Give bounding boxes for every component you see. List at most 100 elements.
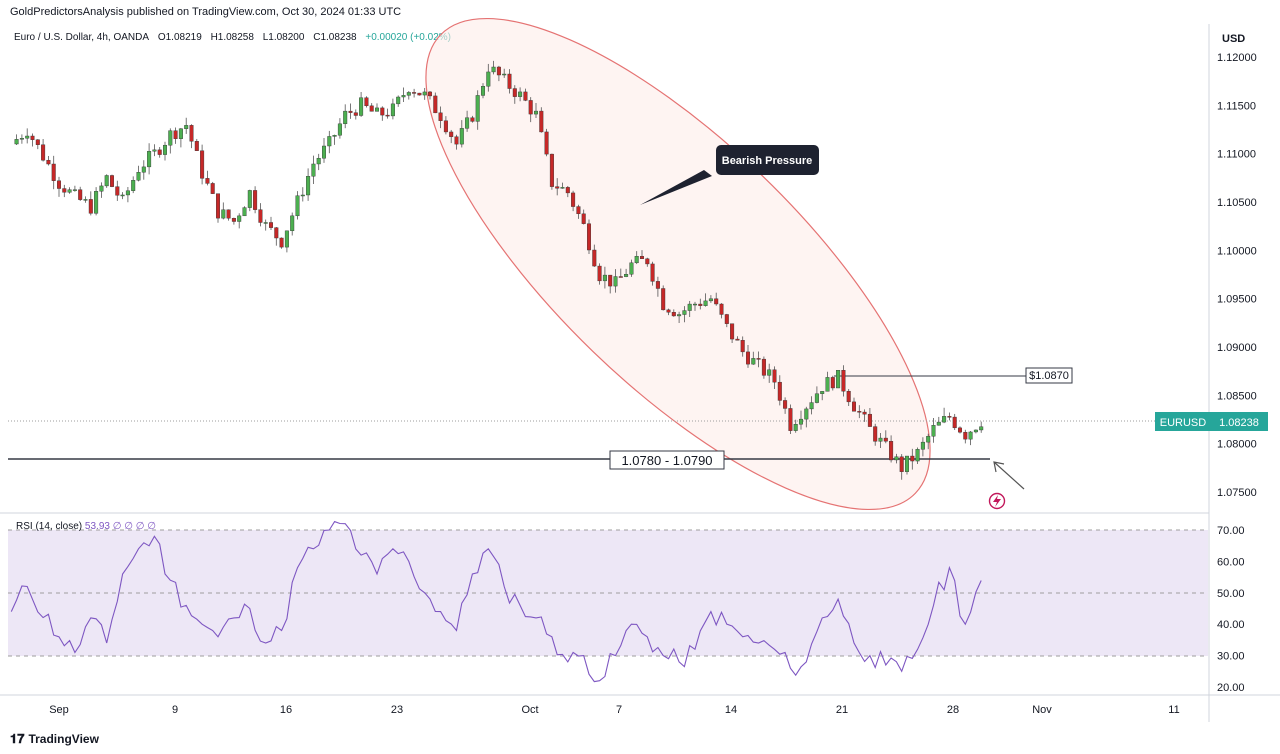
candle-down bbox=[57, 180, 62, 189]
candle-down bbox=[846, 390, 851, 403]
candle-down bbox=[746, 351, 751, 365]
candle-up bbox=[703, 300, 708, 306]
last-price-text: 1.08238 bbox=[1219, 417, 1259, 429]
candle-up bbox=[677, 314, 682, 317]
time-ticks: Sep 9 16 23 Oct 7 14 21 28 Nov 11 bbox=[49, 704, 1180, 716]
candle-down bbox=[873, 426, 878, 442]
candle-up bbox=[83, 199, 88, 201]
price-ticks: 1.12000 1.11500 1.11000 1.10500 1.10000 1.095… bbox=[1217, 52, 1257, 499]
brand-name: TradingView bbox=[28, 732, 99, 746]
candle-up bbox=[624, 274, 629, 277]
price-tick-label: 1.10500 bbox=[1217, 197, 1257, 209]
candle-down bbox=[205, 178, 210, 184]
candle-down bbox=[512, 88, 517, 97]
rsi-tick-label: 60.00 bbox=[1217, 556, 1245, 568]
candle-down bbox=[353, 112, 358, 116]
candle-up bbox=[19, 138, 24, 140]
candle-down bbox=[433, 95, 438, 114]
candle-up bbox=[799, 418, 804, 425]
candle-down bbox=[269, 222, 274, 228]
candle-down bbox=[412, 92, 417, 94]
candle-up bbox=[634, 256, 639, 264]
candle-down bbox=[783, 400, 788, 409]
candle-up bbox=[814, 393, 819, 403]
candle-up bbox=[602, 274, 607, 282]
candle-down bbox=[539, 110, 544, 133]
candle-up bbox=[687, 303, 692, 311]
candle-up bbox=[459, 128, 464, 145]
time-tick-label: 14 bbox=[725, 704, 737, 716]
candle-up bbox=[502, 73, 507, 76]
candle-down bbox=[852, 401, 857, 412]
rsi-tick-label: 40.00 bbox=[1217, 619, 1245, 631]
candle-up bbox=[141, 166, 146, 173]
candle-down bbox=[581, 213, 586, 224]
candle-up bbox=[820, 391, 825, 394]
candle-down bbox=[777, 381, 782, 401]
rsi-label: RSI (14, close) bbox=[16, 521, 83, 532]
candle-down bbox=[952, 416, 957, 429]
candle-up bbox=[311, 163, 316, 177]
candle-up bbox=[767, 369, 772, 376]
candle-up bbox=[162, 144, 167, 155]
candle-down bbox=[592, 249, 597, 267]
rsi-extra: ∅ ∅ ∅ ∅ bbox=[112, 521, 156, 532]
candle-up bbox=[120, 194, 125, 197]
candle-up bbox=[422, 91, 427, 96]
candle-up bbox=[375, 107, 380, 112]
candle-down bbox=[35, 139, 40, 145]
candle-up bbox=[104, 175, 109, 187]
candle-up bbox=[682, 310, 687, 315]
time-tick-label: Oct bbox=[521, 704, 538, 716]
candle-up bbox=[396, 96, 401, 105]
candle-down bbox=[661, 288, 666, 311]
candle-down bbox=[714, 298, 719, 305]
candle-down bbox=[740, 340, 745, 353]
candle-up bbox=[247, 190, 252, 208]
bearish-ellipse[interactable] bbox=[356, 0, 1000, 581]
time-tick-label: 23 bbox=[391, 704, 403, 716]
candle-down bbox=[650, 263, 655, 282]
candle-down bbox=[671, 312, 676, 317]
candle-down bbox=[189, 125, 194, 142]
candle-up bbox=[178, 128, 183, 139]
price-tick-label: 1.08000 bbox=[1217, 439, 1257, 451]
candle-up bbox=[184, 125, 189, 129]
candle-down bbox=[549, 153, 554, 187]
candle-down bbox=[947, 416, 952, 418]
candle-up bbox=[300, 194, 305, 197]
candle-down bbox=[51, 163, 56, 181]
time-tick-label: 21 bbox=[836, 704, 848, 716]
candle-down bbox=[788, 408, 793, 431]
candle-up bbox=[406, 92, 411, 96]
candle-up bbox=[793, 424, 798, 431]
time-tick-label: 11 bbox=[1168, 704, 1179, 716]
candle-down bbox=[258, 209, 263, 223]
candle-down bbox=[756, 358, 761, 360]
resistance-label: $1.0870 bbox=[1029, 370, 1069, 382]
candle-down bbox=[608, 274, 613, 287]
candle-up bbox=[99, 185, 104, 192]
candle-down bbox=[830, 377, 835, 389]
candle-up bbox=[168, 130, 173, 146]
candle-down bbox=[899, 456, 904, 472]
candle-down bbox=[115, 186, 120, 196]
lightning-icon bbox=[993, 495, 1001, 507]
candle-up bbox=[94, 191, 99, 214]
candle-down bbox=[470, 117, 475, 122]
candle-down bbox=[194, 141, 199, 151]
candle-up bbox=[534, 110, 539, 115]
candle-down bbox=[735, 338, 740, 341]
candle-up bbox=[936, 421, 941, 426]
candle-up bbox=[931, 425, 936, 437]
rsi-tick-label: 50.00 bbox=[1217, 588, 1245, 600]
brand-footer[interactable]: 𝟏𝟕 TradingView bbox=[10, 731, 99, 747]
candle-up bbox=[295, 195, 300, 217]
candle-down bbox=[88, 199, 93, 214]
candle-down bbox=[910, 455, 915, 462]
price-chart[interactable]: 1.0780 - 1.0790 $1.0870 Bearish Pressure… bbox=[0, 0, 1280, 754]
callout-label: Bearish Pressure bbox=[722, 155, 813, 167]
candle-down bbox=[253, 190, 258, 210]
candle-up bbox=[836, 370, 841, 389]
time-tick-label: Nov bbox=[1032, 704, 1052, 716]
